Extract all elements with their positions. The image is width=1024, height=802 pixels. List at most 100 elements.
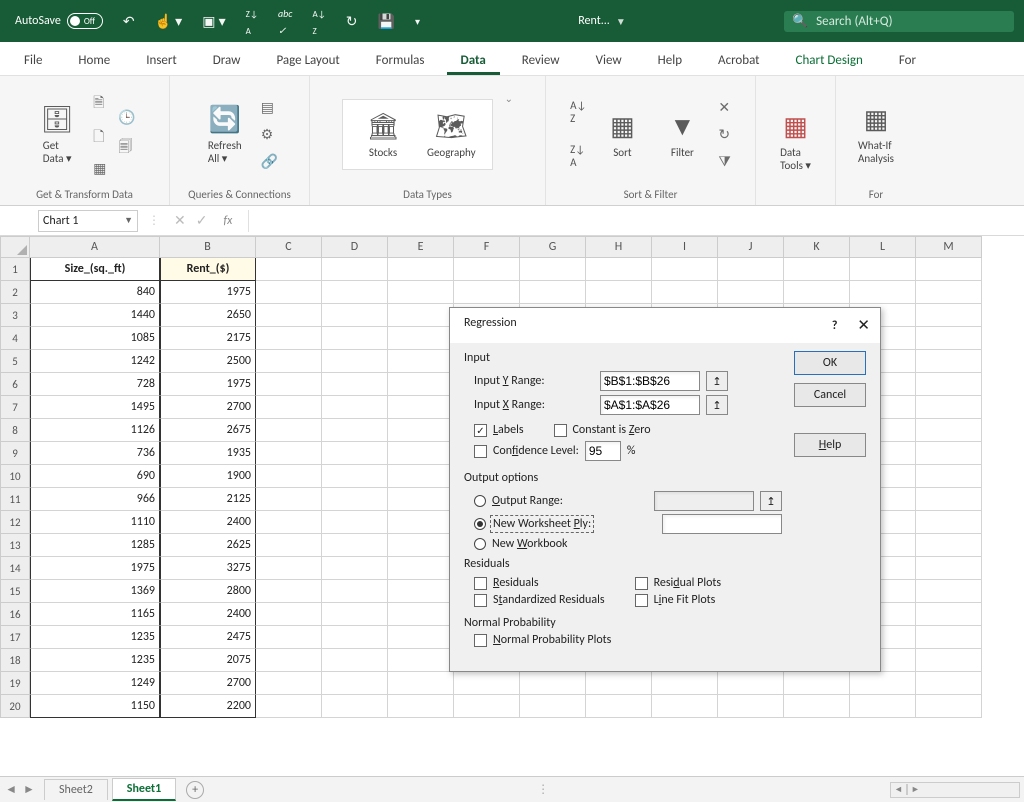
cell-C13[interactable] (256, 534, 322, 557)
cell-C3[interactable] (256, 304, 322, 327)
col-header-G[interactable]: G (520, 236, 586, 258)
cell-D9[interactable] (322, 442, 388, 465)
row-header-15[interactable]: 15 (0, 580, 30, 603)
col-header-F[interactable]: F (454, 236, 520, 258)
cell-C16[interactable] (256, 603, 322, 626)
cell-M5[interactable] (916, 350, 982, 373)
cell-D14[interactable] (322, 557, 388, 580)
cell-D2[interactable] (322, 281, 388, 304)
cell-C14[interactable] (256, 557, 322, 580)
spellcheck-icon[interactable]: abc✓ (278, 4, 292, 38)
cell-D17[interactable] (322, 626, 388, 649)
tab-format[interactable]: For (885, 46, 930, 75)
edit-links-icon[interactable]: 🔗 (261, 153, 278, 170)
row-header-10[interactable]: 10 (0, 465, 30, 488)
cancel-button[interactable]: Cancel (794, 383, 866, 407)
cell-E3[interactable] (388, 304, 454, 327)
tab-chart-design[interactable]: Chart Design (782, 46, 877, 75)
cell-M13[interactable] (916, 534, 982, 557)
cell-C18[interactable] (256, 649, 322, 672)
cell-G19[interactable] (520, 672, 586, 695)
cell-K1[interactable] (784, 258, 850, 281)
cell-M18[interactable] (916, 649, 982, 672)
cell-F20[interactable] (454, 695, 520, 718)
x-range-input[interactable] (600, 395, 700, 415)
cell-E16[interactable] (388, 603, 454, 626)
cell-E5[interactable] (388, 350, 454, 373)
cell-E18[interactable] (388, 649, 454, 672)
cell-C7[interactable] (256, 396, 322, 419)
cell-C15[interactable] (256, 580, 322, 603)
fx-icon[interactable]: fx (223, 214, 232, 228)
tab-review[interactable]: Review (508, 46, 574, 75)
sort-az-icon[interactable]: Z↓A (246, 4, 258, 38)
cell-D16[interactable] (322, 603, 388, 626)
cell-K19[interactable] (784, 672, 850, 695)
row-header-17[interactable]: 17 (0, 626, 30, 649)
x-range-picker-button[interactable]: ↥ (706, 395, 728, 415)
cell-D11[interactable] (322, 488, 388, 511)
cell-B11[interactable]: 2125 (160, 488, 256, 511)
row-header-1[interactable]: 1 (0, 258, 30, 281)
sort-asc-icon[interactable]: A↓Z (570, 99, 586, 125)
cell-D10[interactable] (322, 465, 388, 488)
row-header-6[interactable]: 6 (0, 373, 30, 396)
cell-B5[interactable]: 2500 (160, 350, 256, 373)
cell-M4[interactable] (916, 327, 982, 350)
cell-M11[interactable] (916, 488, 982, 511)
cell-D8[interactable] (322, 419, 388, 442)
cell-D4[interactable] (322, 327, 388, 350)
from-text-icon[interactable]: 🗎 (93, 92, 106, 116)
col-header-K[interactable]: K (784, 236, 850, 258)
cell-C5[interactable] (256, 350, 322, 373)
autosave-toggle[interactable]: AutoSave Off (15, 13, 103, 29)
tab-formulas[interactable]: Formulas (362, 46, 439, 75)
cell-B14[interactable]: 3275 (160, 557, 256, 580)
row-header-5[interactable]: 5 (0, 350, 30, 373)
cell-B15[interactable]: 2800 (160, 580, 256, 603)
cell-A16[interactable]: 1165 (30, 603, 160, 626)
col-header-D[interactable]: D (322, 236, 388, 258)
cell-E19[interactable] (388, 672, 454, 695)
normal-plots-checkbox[interactable] (474, 634, 487, 647)
cell-I1[interactable] (652, 258, 718, 281)
close-icon[interactable]: ✕ (857, 316, 870, 335)
output-range-picker-button[interactable]: ↥ (760, 491, 782, 511)
stocks-button[interactable]: 🏛Stocks (359, 110, 407, 159)
row-header-18[interactable]: 18 (0, 649, 30, 672)
cell-C9[interactable] (256, 442, 322, 465)
tab-page-layout[interactable]: Page Layout (262, 46, 353, 75)
cell-A13[interactable]: 1285 (30, 534, 160, 557)
next-sheet-icon[interactable]: ► (23, 782, 35, 797)
line-fit-plots-checkbox[interactable] (635, 594, 648, 607)
cell-E17[interactable] (388, 626, 454, 649)
cell-M10[interactable] (916, 465, 982, 488)
cell-A12[interactable]: 1110 (30, 511, 160, 534)
row-header-14[interactable]: 14 (0, 557, 30, 580)
cell-L19[interactable] (850, 672, 916, 695)
new-workbook-radio[interactable] (474, 538, 486, 550)
row-header-9[interactable]: 9 (0, 442, 30, 465)
prev-sheet-icon[interactable]: ◄ (5, 782, 17, 797)
cell-A9[interactable]: 736 (30, 442, 160, 465)
cell-I2[interactable] (652, 281, 718, 304)
cell-A4[interactable]: 1085 (30, 327, 160, 350)
col-header-M[interactable]: M (916, 236, 982, 258)
cell-G1[interactable] (520, 258, 586, 281)
cell-B20[interactable]: 2200 (160, 695, 256, 718)
cell-M16[interactable] (916, 603, 982, 626)
new-worksheet-input[interactable] (662, 514, 782, 534)
cell-B19[interactable]: 2700 (160, 672, 256, 695)
cell-B16[interactable]: 2400 (160, 603, 256, 626)
cell-E12[interactable] (388, 511, 454, 534)
whatif-button[interactable]: ▦What-IfAnalysis (852, 103, 900, 165)
document-title[interactable]: Rent... ▼ (578, 14, 625, 28)
cell-A19[interactable]: 1249 (30, 672, 160, 695)
cell-E10[interactable] (388, 465, 454, 488)
row-header-7[interactable]: 7 (0, 396, 30, 419)
row-header-13[interactable]: 13 (0, 534, 30, 557)
tab-help[interactable]: Help (644, 46, 696, 75)
sheet-tab-sheet2[interactable]: Sheet2 (44, 779, 108, 800)
col-header-H[interactable]: H (586, 236, 652, 258)
cell-M12[interactable] (916, 511, 982, 534)
